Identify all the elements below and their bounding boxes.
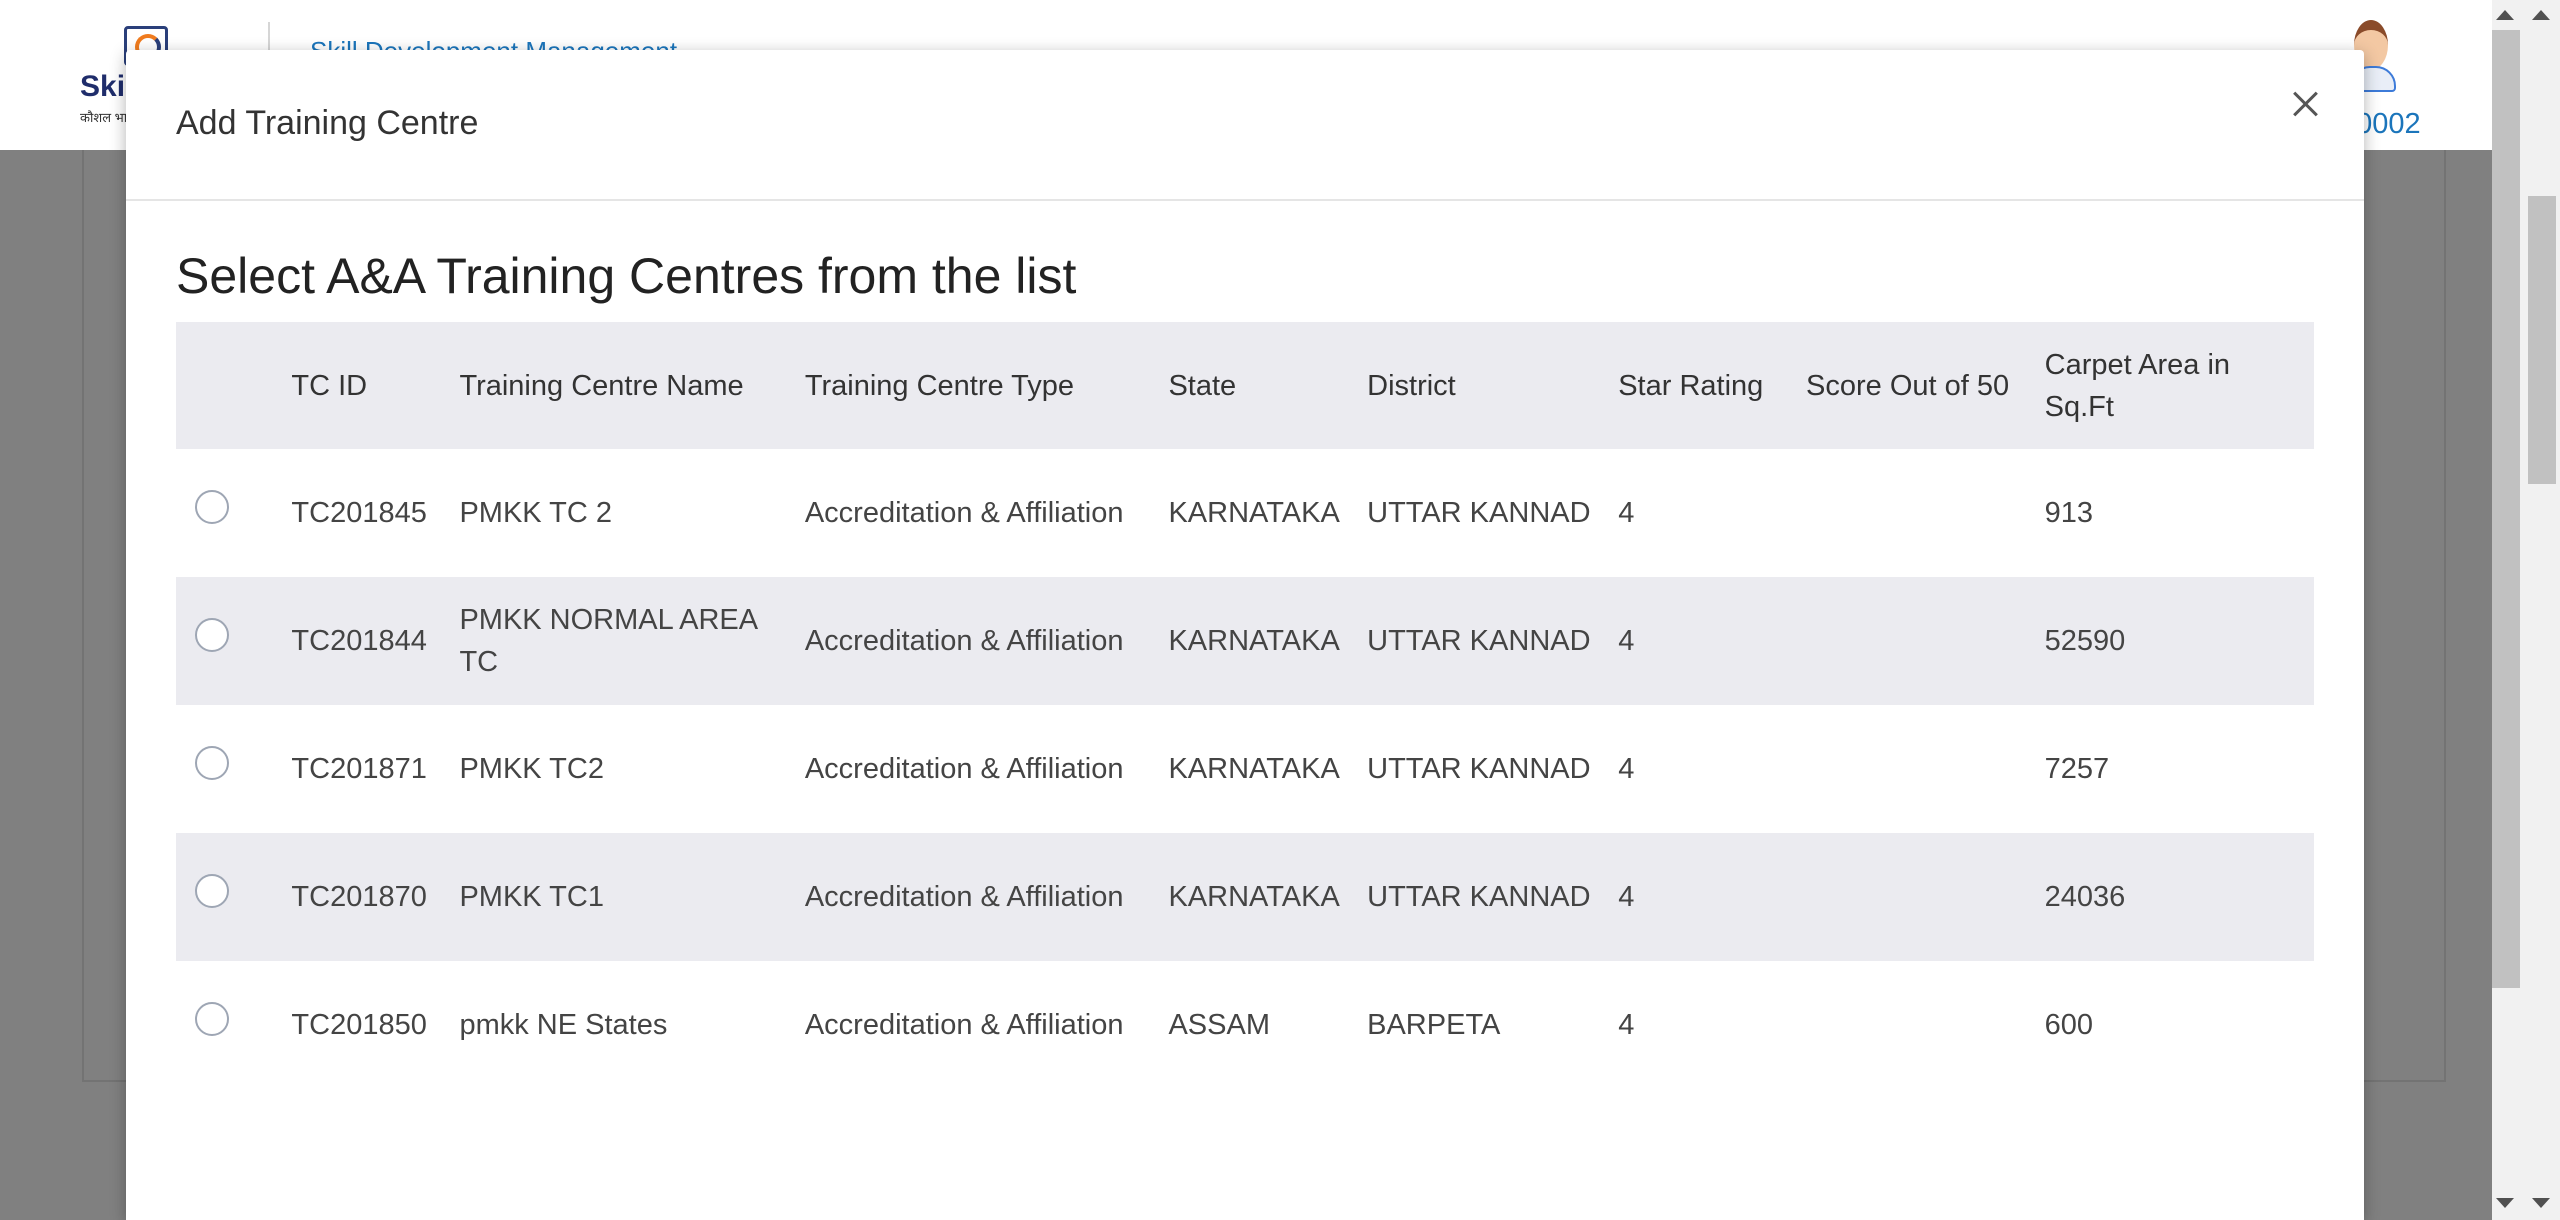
table-row[interactable]: TC201845 PMKK TC 2 Accreditation & Affil…: [176, 449, 2314, 577]
cell-tc-id: TC201870: [291, 833, 460, 961]
cell-carpet-area: 600: [2044, 1009, 2094, 1041]
cell-type: Accreditation & Affiliation: [804, 753, 1124, 785]
scrollbar-track-left[interactable]: [2492, 30, 2520, 988]
radio-icon[interactable]: [195, 490, 229, 524]
cell-name: PMKK TC1: [459, 833, 805, 961]
cell-state: KARNATAKA: [1168, 833, 1368, 961]
cell-carpet-area: 913: [2044, 497, 2094, 529]
cell-state: KARNATAKA: [1168, 497, 1340, 529]
header-carpet-area: Carpet Area in Sq.Ft: [2044, 322, 2314, 449]
cell-state: KARNATAKA: [1168, 577, 1368, 705]
cell-name: PMKK TC2: [459, 753, 604, 785]
table-row[interactable]: TC201844 PMKK NORMAL AREA TC Accreditati…: [176, 577, 2314, 705]
cell-score: [1806, 705, 2045, 833]
cell-tc-id: TC201845: [291, 497, 427, 529]
cell-state: ASSAM: [1168, 1009, 1270, 1041]
header-star-rating: Star Rating: [1618, 322, 1807, 449]
header-state: State: [1168, 322, 1368, 449]
training-centre-table: TC ID Training Centre Name Training Cent…: [176, 322, 2314, 1089]
cell-district: UTTAR KANNAD: [1367, 497, 1591, 529]
cell-type: Accreditation & Affiliation: [804, 577, 1169, 705]
table-header-row: TC ID Training Centre Name Training Cent…: [176, 322, 2314, 449]
table-row[interactable]: TC201870 PMKK TC1 Accreditation & Affili…: [176, 833, 2314, 961]
cell-carpet-area: 7257: [2044, 753, 2110, 785]
cell-star-rating: 4: [1618, 753, 1635, 785]
add-training-centre-modal: Add Training Centre Select A&A Training …: [126, 50, 2364, 1220]
table-row[interactable]: TC201871 PMKK TC2 Accreditation & Affili…: [176, 705, 2314, 833]
cell-carpet-area: 24036: [2044, 833, 2314, 961]
cell-star-rating: 4: [1618, 497, 1635, 529]
scroll-up-icon-2[interactable]: [2532, 10, 2550, 20]
cell-district: UTTAR KANNAD: [1367, 577, 1619, 705]
table-row[interactable]: TC201850 pmkk NE States Accreditation & …: [176, 961, 2314, 1089]
header-type: Training Centre Type: [804, 322, 1169, 449]
cell-name: PMKK NORMAL AREA TC: [459, 577, 805, 705]
cell-star-rating: 4: [1618, 833, 1807, 961]
cell-score: [1806, 961, 2045, 1089]
cell-tc-id: TC201844: [291, 577, 460, 705]
cell-star-rating: 4: [1618, 1009, 1635, 1041]
header-tc-id: TC ID: [291, 322, 460, 449]
cell-type: Accreditation & Affiliation: [804, 833, 1169, 961]
cell-score: [1806, 833, 2045, 961]
scroll-down-icon[interactable]: [2496, 1198, 2514, 1208]
cell-district: UTTAR KANNAD: [1367, 753, 1591, 785]
modal-title: Add Training Centre: [176, 104, 479, 142]
radio-icon[interactable]: [195, 874, 229, 908]
close-icon[interactable]: [2280, 78, 2330, 128]
cell-score: [1806, 449, 2045, 577]
header-name: Training Centre Name: [459, 322, 805, 449]
cell-carpet-area: 52590: [2044, 577, 2314, 705]
cell-tc-id: TC201850: [291, 1009, 427, 1041]
header-district: District: [1367, 322, 1619, 449]
cell-type: Accreditation & Affiliation: [804, 1009, 1124, 1041]
cell-district: UTTAR KANNAD: [1367, 833, 1619, 961]
cell-state: KARNATAKA: [1168, 753, 1340, 785]
cell-score: [1806, 577, 2045, 705]
header-select: [176, 322, 292, 449]
cell-name: PMKK TC 2: [459, 497, 612, 529]
scrollbar-thumb[interactable]: [2528, 196, 2556, 484]
radio-icon[interactable]: [195, 746, 229, 780]
radio-icon[interactable]: [195, 618, 229, 652]
scroll-down-icon-2[interactable]: [2532, 1198, 2550, 1208]
cell-type: Accreditation & Affiliation: [804, 497, 1124, 529]
cell-star-rating: 4: [1618, 577, 1807, 705]
scroll-up-icon[interactable]: [2496, 10, 2514, 20]
cell-name: pmkk NE States: [459, 1009, 668, 1041]
radio-icon[interactable]: [195, 1002, 229, 1036]
header-score: Score Out of 50: [1806, 322, 2045, 449]
cell-district: BARPETA: [1367, 1009, 1501, 1041]
section-heading: Select A&A Training Centres from the lis…: [176, 248, 1077, 304]
modal-header: Add Training Centre: [126, 50, 2364, 201]
cell-tc-id: TC201871: [291, 753, 427, 785]
